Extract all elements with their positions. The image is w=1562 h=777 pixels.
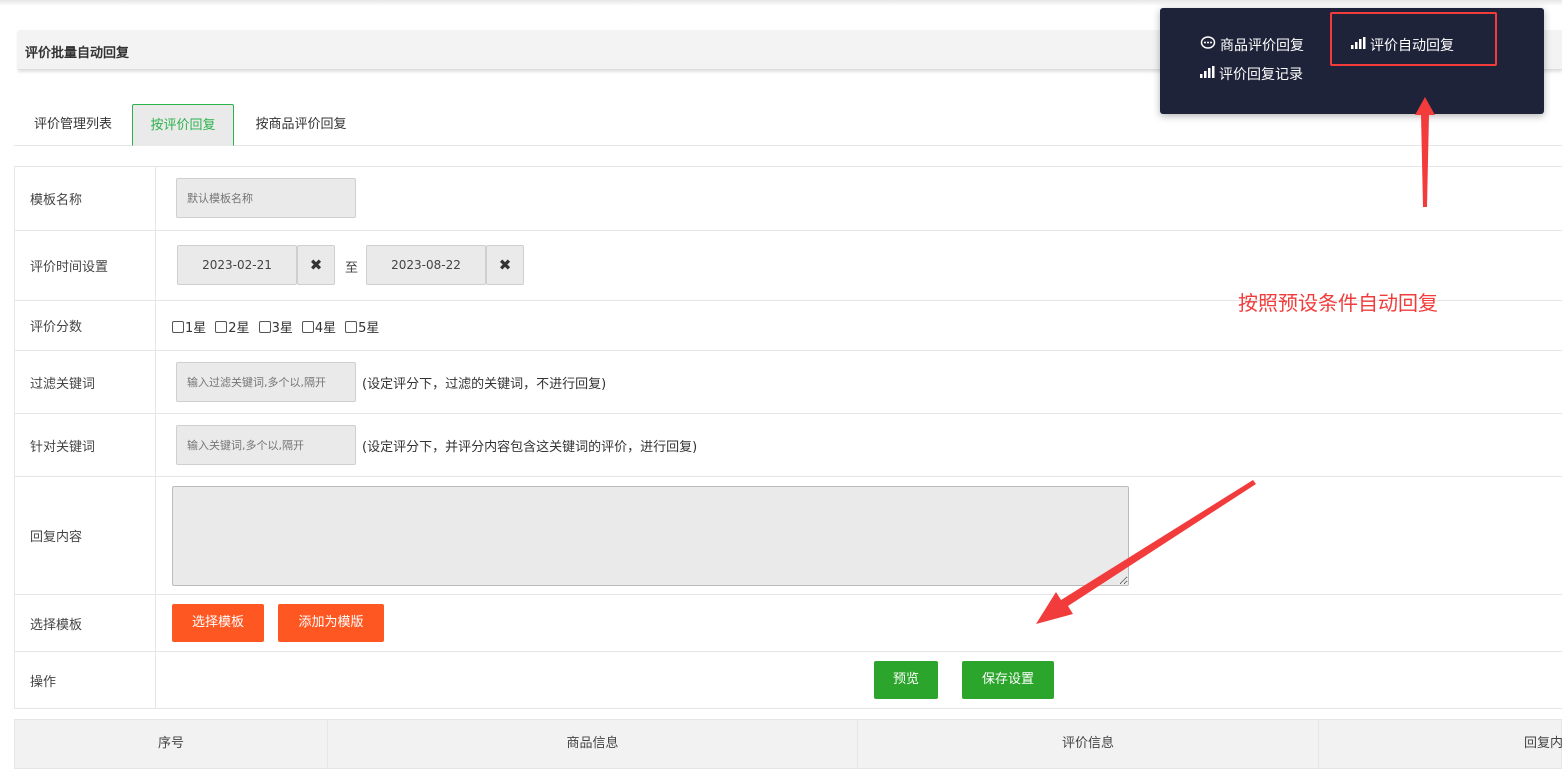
arrow-down-left	[1036, 480, 1256, 624]
page: 评价批量自动回复 评价管理列表 按评价回复 按商品评价回复 模板名称 评价时间设…	[0, 0, 1562, 777]
annotation-arrows	[1036, 97, 1435, 624]
arrow-up	[1415, 97, 1435, 207]
